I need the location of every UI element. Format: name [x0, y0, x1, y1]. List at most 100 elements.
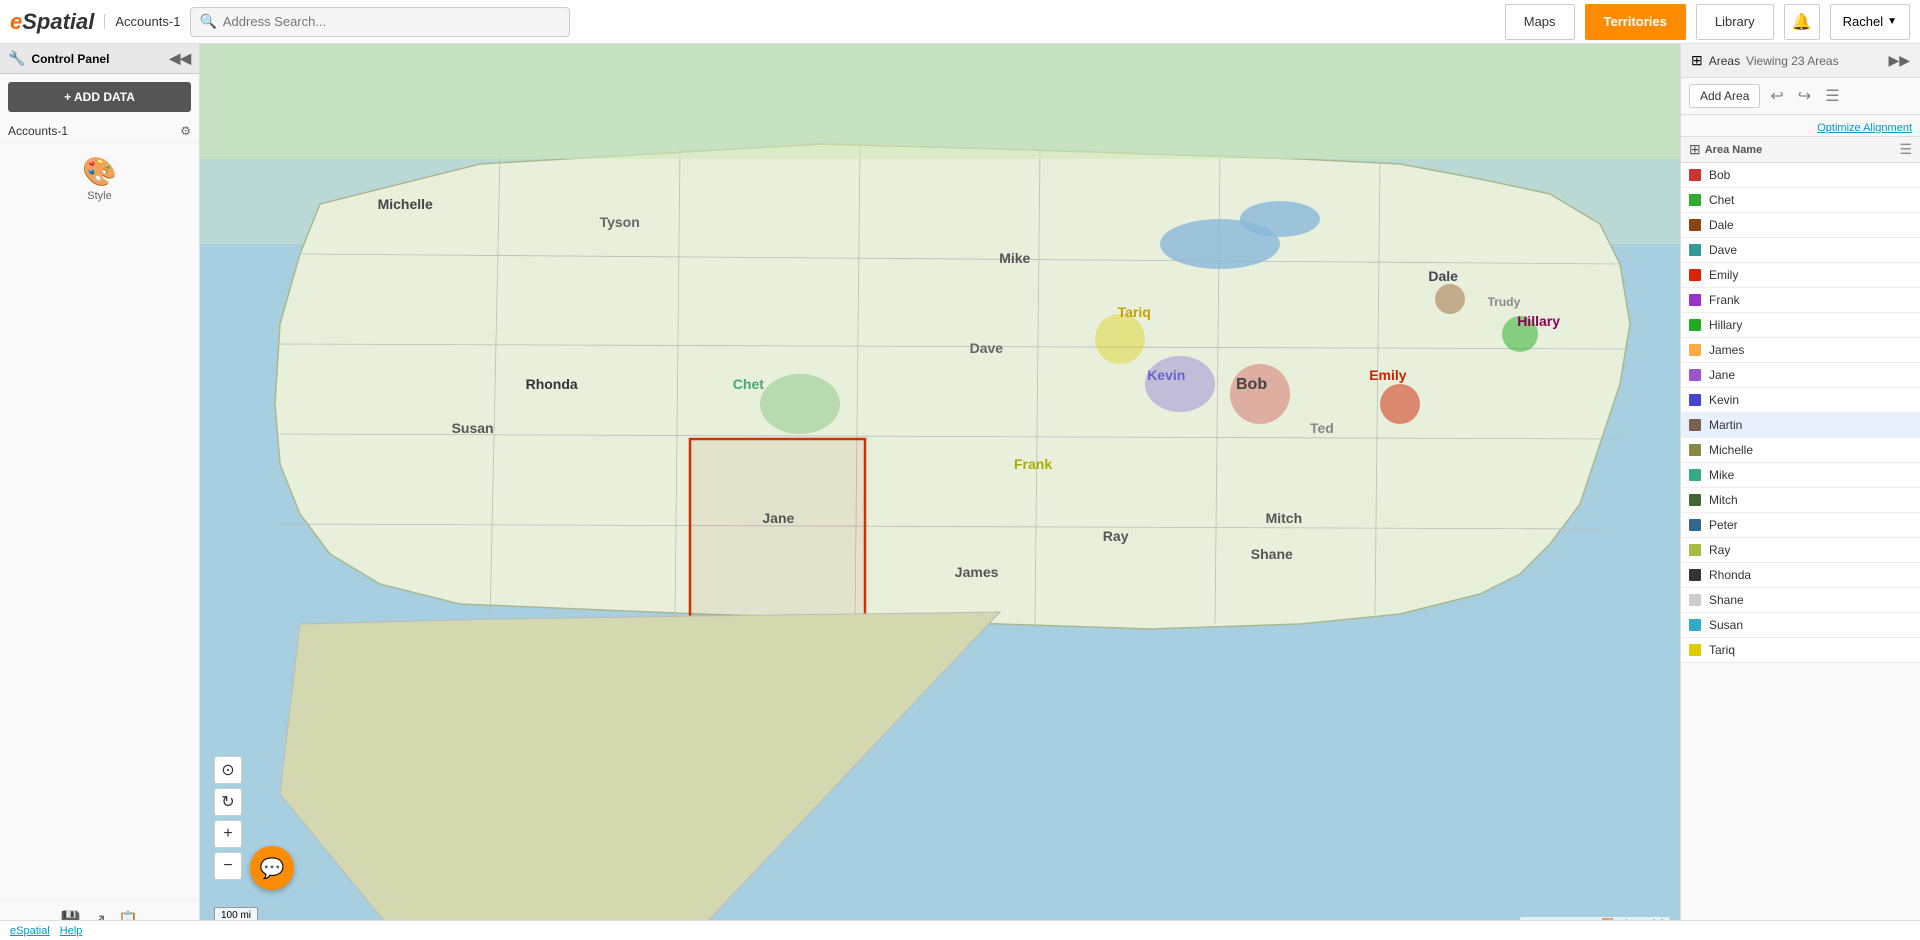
shane-map-label: Shane	[1251, 546, 1293, 562]
redo-button[interactable]: ↪	[1794, 84, 1815, 108]
area-color-swatch	[1689, 644, 1701, 656]
rhonda-map-label: Rhonda	[526, 376, 578, 392]
ted-map-label: Ted	[1310, 420, 1334, 436]
hillary-map-label: Hillary	[1517, 313, 1560, 329]
area-list-item[interactable]: Shane	[1681, 588, 1920, 613]
area-list-item[interactable]: Bob	[1681, 163, 1920, 188]
optimize-alignment-link[interactable]: Optimize Alignment	[1817, 122, 1912, 134]
search-bar[interactable]: 🔍	[190, 7, 570, 37]
rotate-button[interactable]: ↻	[214, 788, 242, 816]
footer: eSpatial Help	[0, 920, 1920, 940]
area-color-swatch	[1689, 619, 1701, 631]
emily-map-label: Emily	[1369, 367, 1406, 383]
maps-nav-button[interactable]: Maps	[1505, 4, 1575, 40]
control-panel: 🔧 Control Panel ◀◀ + ADD DATA Accounts-1…	[0, 44, 200, 940]
area-list-item[interactable]: Michelle	[1681, 438, 1920, 463]
area-name-label: Ray	[1709, 543, 1912, 557]
dave-map-label: Dave	[970, 340, 1003, 356]
area-name-label: Martin	[1709, 418, 1912, 432]
area-name-label: Peter	[1709, 518, 1912, 532]
area-color-swatch	[1689, 519, 1701, 531]
account-name-label: Accounts-1	[8, 124, 68, 138]
grid-icon: ⊞	[1691, 52, 1703, 69]
area-list-item[interactable]: Rhonda	[1681, 563, 1920, 588]
michelle-map-label: Michelle	[378, 196, 433, 212]
area-color-swatch	[1689, 369, 1701, 381]
area-color-swatch	[1689, 544, 1701, 556]
style-section: 🎨 Style	[0, 142, 199, 214]
gear-icon[interactable]: ⚙	[180, 124, 191, 138]
area-list-item[interactable]: Dale	[1681, 213, 1920, 238]
notification-button[interactable]: 🔔	[1784, 4, 1820, 40]
zoom-in-button[interactable]: +	[214, 820, 242, 848]
collapse-right-panel-button[interactable]: ▶▶	[1888, 52, 1910, 69]
area-list-item[interactable]: Mitch	[1681, 488, 1920, 513]
area-list-item[interactable]: Tariq	[1681, 638, 1920, 663]
area-color-swatch	[1689, 344, 1701, 356]
area-name-label: Shane	[1709, 593, 1912, 607]
zoom-fit-button[interactable]: ⊙	[214, 756, 242, 784]
area-color-swatch	[1689, 169, 1701, 181]
area-list-item[interactable]: Peter	[1681, 513, 1920, 538]
area-list-item[interactable]: Dave	[1681, 238, 1920, 263]
library-nav-button[interactable]: Library	[1696, 4, 1774, 40]
area-list-item[interactable]: Kevin	[1681, 388, 1920, 413]
area-name-label: Rhonda	[1709, 568, 1912, 582]
area-list-item[interactable]: Frank	[1681, 288, 1920, 313]
area-name-label: Michelle	[1709, 443, 1912, 457]
espatial-footer-link[interactable]: eSpatial	[10, 925, 50, 937]
undo-button[interactable]: ↩	[1766, 84, 1787, 108]
area-name-label: Jane	[1709, 368, 1912, 382]
area-color-swatch	[1689, 394, 1701, 406]
logo[interactable]: eSpatial	[10, 9, 94, 35]
add-data-button[interactable]: + ADD DATA	[8, 82, 191, 112]
right-panel: ⊞ Areas Viewing 23 Areas ▶▶ Add Area ↩ ↪…	[1680, 44, 1920, 940]
logo-e: e	[10, 9, 22, 34]
areas-toolbar: Add Area ↩ ↪ ☰	[1681, 78, 1920, 115]
control-panel-header: 🔧 Control Panel ◀◀	[0, 44, 199, 74]
area-list-item[interactable]: Mike	[1681, 463, 1920, 488]
viewing-label: Viewing 23 Areas	[1746, 54, 1839, 68]
filter-icon[interactable]: ⊞	[1689, 141, 1701, 158]
user-name-label: Rachel	[1843, 14, 1883, 29]
area-list-item[interactable]: Susan	[1681, 613, 1920, 638]
area-list-item[interactable]: Ray	[1681, 538, 1920, 563]
area-list-item[interactable]: James	[1681, 338, 1920, 363]
area-name-column-header: Area Name	[1705, 144, 1900, 156]
area-list-item[interactable]: Chet	[1681, 188, 1920, 213]
territories-nav-button[interactable]: Territories	[1585, 4, 1686, 40]
area-color-swatch	[1689, 269, 1701, 281]
area-list-item[interactable]: Hillary	[1681, 313, 1920, 338]
area-list-item[interactable]: Emily	[1681, 263, 1920, 288]
account-row: Accounts-1 ⚙	[0, 120, 199, 142]
area-color-swatch	[1689, 319, 1701, 331]
area-name-label: Mitch	[1709, 493, 1912, 507]
tyson-map-label: Tyson	[600, 214, 640, 230]
zoom-out-button[interactable]: −	[214, 852, 242, 880]
wrench-icon: 🔧	[8, 50, 25, 67]
style-label[interactable]: Style	[87, 190, 111, 202]
add-area-button[interactable]: Add Area	[1689, 84, 1760, 108]
map-area[interactable]: Michelle Tyson Mike Dale Trudy Hillary T…	[200, 44, 1680, 940]
collapse-panel-button[interactable]: ◀◀	[169, 50, 191, 67]
help-footer-link[interactable]: Help	[60, 925, 83, 937]
user-menu-button[interactable]: Rachel ▼	[1830, 4, 1910, 40]
area-list-item[interactable]: Martin	[1681, 413, 1920, 438]
mitch-map-label: Mitch	[1266, 510, 1303, 526]
area-name-label: Frank	[1709, 293, 1912, 307]
area-name-label: Kevin	[1709, 393, 1912, 407]
column-menu-icon[interactable]: ☰	[1899, 141, 1912, 158]
search-input[interactable]	[223, 14, 562, 29]
area-name-label: Susan	[1709, 618, 1912, 632]
account-label: Accounts-1	[104, 14, 180, 29]
area-color-swatch	[1689, 569, 1701, 581]
ray-map-label: Ray	[1103, 528, 1129, 544]
control-panel-title: Control Panel	[31, 52, 109, 66]
area-list-item[interactable]: Jane	[1681, 363, 1920, 388]
area-name-label: Dave	[1709, 243, 1912, 257]
chat-button[interactable]: 💬	[250, 846, 294, 890]
search-icon: 🔍	[199, 13, 216, 30]
dale-map-label: Dale	[1428, 268, 1458, 284]
james-map-label: James	[955, 564, 999, 580]
more-options-button[interactable]: ☰	[1821, 84, 1843, 108]
